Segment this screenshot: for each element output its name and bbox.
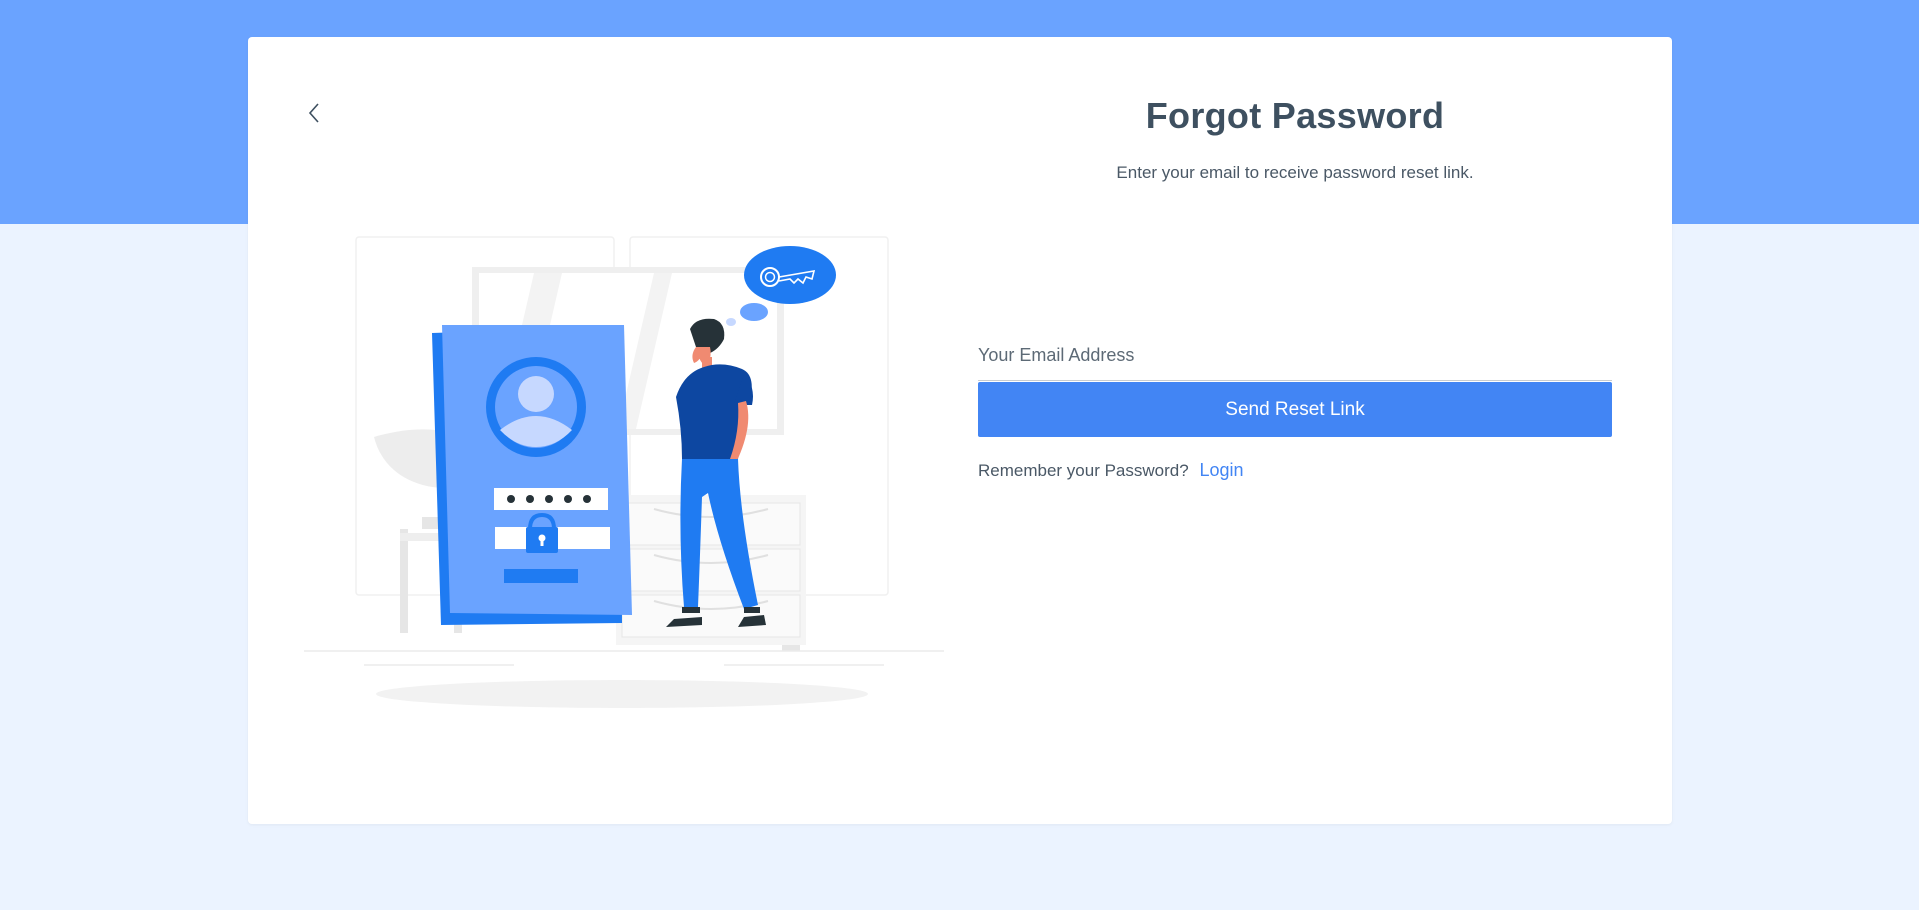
forgot-password-card: Forgot Password Enter your email to rece… <box>248 37 1672 824</box>
chevron-left-icon <box>308 103 319 123</box>
form-area: Forgot Password Enter your email to rece… <box>978 37 1612 824</box>
page-title: Forgot Password <box>1145 95 1445 136</box>
remember-password-text: Remember your Password? <box>978 461 1189 480</box>
page-subtitle: Enter your email to receive password res… <box>1116 163 1474 182</box>
back-button[interactable] <box>296 95 332 131</box>
forgot-password-illustration <box>304 236 944 708</box>
email-input[interactable] <box>978 331 1612 381</box>
send-reset-link-button[interactable]: Send Reset Link <box>978 382 1612 437</box>
login-prompt: Remember your Password? Login <box>978 460 1243 481</box>
login-link[interactable]: Login <box>1199 460 1243 480</box>
